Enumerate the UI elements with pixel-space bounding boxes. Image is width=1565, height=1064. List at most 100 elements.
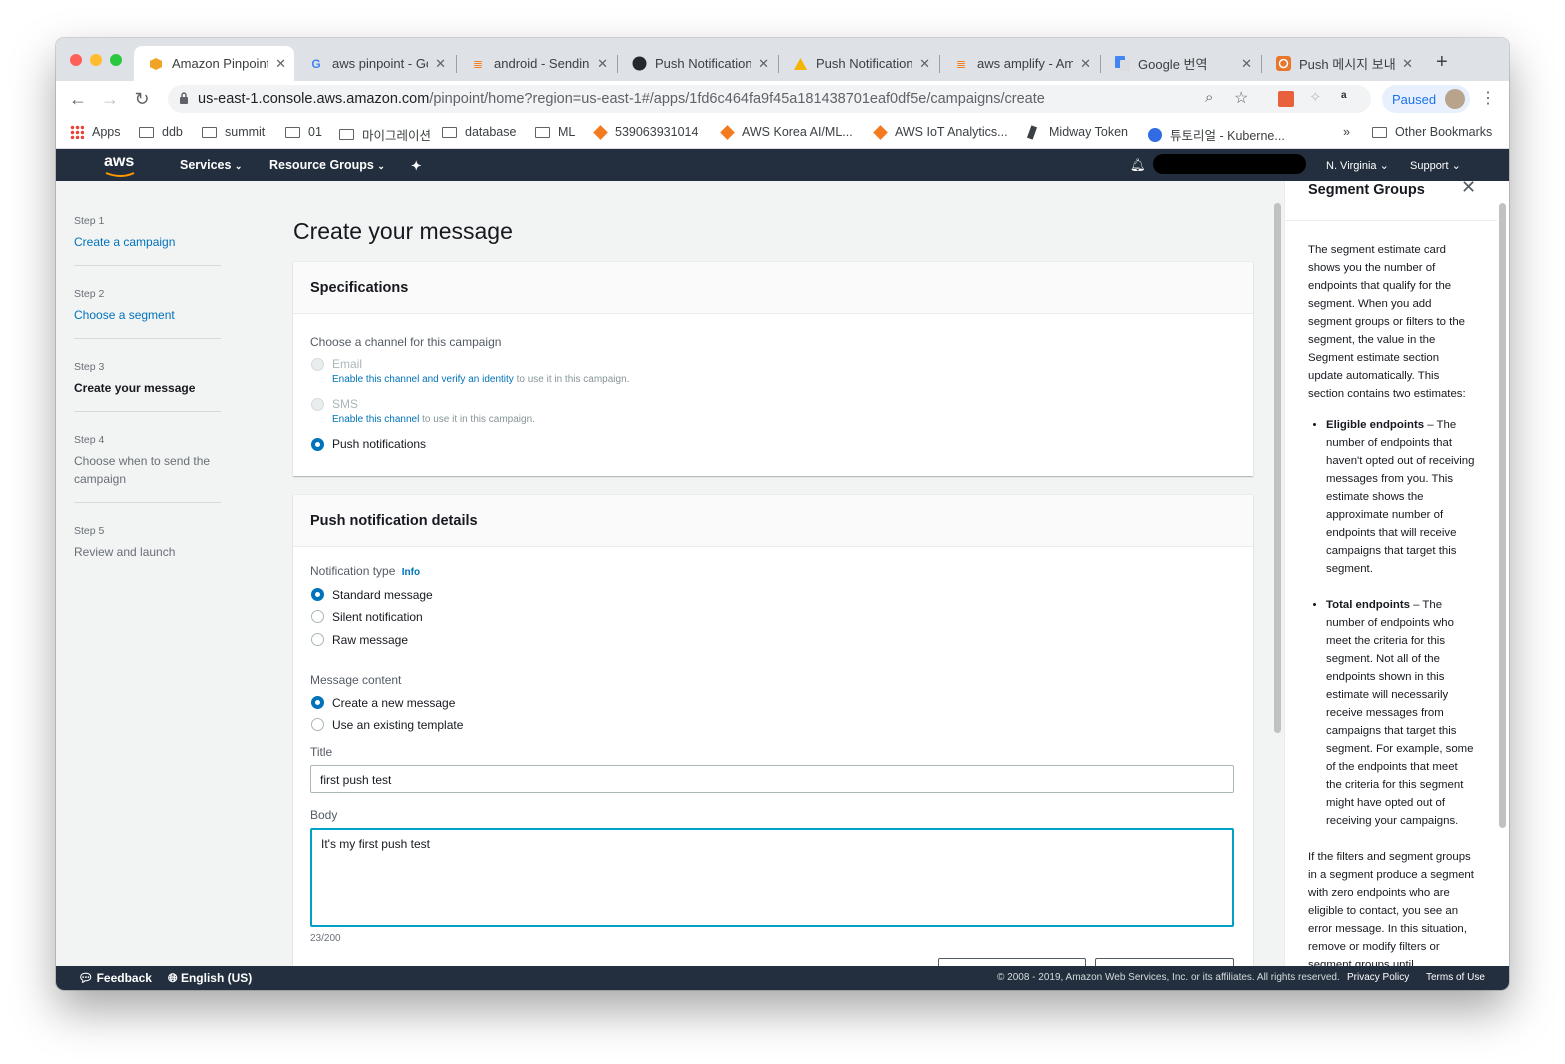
bookmark-ml[interactable]: ML	[535, 125, 575, 139]
support-menu[interactable]: Support ⌄	[1410, 159, 1461, 172]
kubernetes-icon	[1148, 127, 1162, 142]
bookmark-ddb[interactable]: ddb	[139, 125, 183, 139]
silent-notification-radio[interactable]	[311, 610, 324, 623]
help-total-item: Total endpoints – The number of endpoint…	[1326, 596, 1476, 830]
bookmark-kubernetes[interactable]: 튜토리얼 - Kuberne...	[1148, 125, 1285, 144]
folder-icon	[139, 126, 154, 138]
tab-stackoverflow-android[interactable]: ≣ android - Sending ✕	[456, 46, 616, 81]
apps-grid-icon	[70, 125, 84, 139]
terms-of-use-link[interactable]: Terms of Use	[1426, 972, 1485, 983]
raw-message-label: Raw message	[332, 633, 409, 647]
feedback-button[interactable]: 💬︎ Feedback	[78, 971, 152, 985]
privacy-policy-link[interactable]: Privacy Policy	[1347, 972, 1409, 983]
tab-aws-amplify[interactable]: ≣ aws amplify - Am ✕	[939, 46, 1099, 81]
close-tab-icon[interactable]: ✕	[275, 56, 286, 72]
email-hint: Enable this channel and verify an identi…	[332, 374, 630, 385]
push-details-panel: Push notification details Notification t…	[293, 494, 1253, 966]
zoom-icon[interactable]: ⌕	[1205, 89, 1213, 106]
zoom-window-button[interactable]	[110, 54, 122, 66]
push-notifications-radio[interactable]	[311, 438, 324, 451]
tab-github-push[interactable]: Push Notification ✕	[617, 46, 777, 81]
extension-puzzle-icon[interactable]: ✧	[1309, 88, 1322, 106]
close-tab-icon[interactable]: ✕	[1241, 56, 1252, 72]
aws-logo[interactable]: aws	[104, 153, 135, 177]
services-menu[interactable]: Services ⌄	[180, 158, 242, 172]
extension-icon[interactable]	[1278, 91, 1294, 107]
enable-sms-link[interactable]: Enable this channel	[332, 414, 419, 425]
secondary-action-button[interactable]	[938, 958, 1086, 966]
resource-groups-menu[interactable]: Resource Groups ⌄	[269, 158, 385, 172]
tab-google-search[interactable]: G aws pinpoint - Go ✕	[294, 46, 454, 81]
url-path: /pinpoint/home?region=us-east-1#/apps/1f…	[429, 91, 1045, 107]
bookmarks-bar: Apps ddb summit 01 마이그레이션 database ML 53…	[56, 117, 1509, 149]
close-tab-icon[interactable]: ✕	[919, 56, 930, 72]
bookmark-account[interactable]: 539063931014	[593, 124, 698, 140]
tab-google-translate[interactable]: Google 번역 ✕	[1100, 46, 1260, 81]
stackoverflow-icon: ≣	[955, 56, 967, 71]
close-tab-icon[interactable]: ✕	[597, 56, 608, 72]
tab-push-notification[interactable]: Push Notification ✕	[778, 46, 938, 81]
info-link[interactable]: Info	[402, 567, 420, 578]
region-menu[interactable]: N. Virginia ⌄	[1326, 159, 1389, 172]
bookmark-apps[interactable]: Apps	[70, 125, 121, 139]
bell-icon[interactable]: 🔔︎	[1130, 158, 1146, 173]
standard-message-radio[interactable]	[311, 588, 324, 601]
avatar	[1445, 89, 1465, 109]
close-tab-icon[interactable]: ✕	[1402, 56, 1413, 72]
raw-message-radio[interactable]	[311, 633, 324, 646]
close-tab-icon[interactable]: ✕	[758, 56, 769, 72]
language-selector[interactable]: 🌐︎ English (US)	[168, 971, 252, 986]
step-link-create-campaign[interactable]: Create a campaign	[74, 233, 221, 251]
account-menu-redacted[interactable]	[1153, 154, 1306, 174]
close-help-icon[interactable]: ✕	[1461, 181, 1476, 198]
bookmark-aws-korea[interactable]: AWS Korea AI/ML...	[720, 124, 853, 140]
address-bar[interactable]: us-east-1.console.aws.amazon.com/pinpoin…	[168, 85, 1371, 113]
bookmark-iot-analytics[interactable]: AWS IoT Analytics...	[873, 124, 1008, 140]
bookmark-summit[interactable]: summit	[202, 125, 265, 139]
body-textarea[interactable]: It's my first push test	[310, 828, 1234, 927]
create-new-message-label: Create a new message	[332, 696, 456, 710]
bookmark-01[interactable]: 01	[285, 125, 322, 139]
primary-action-button[interactable]	[1095, 958, 1234, 966]
bookmark-migration[interactable]: 마이그레이션	[339, 125, 431, 144]
help-eligible-item: Eligible endpoints – The number of endpo…	[1326, 416, 1476, 578]
close-tab-icon[interactable]: ✕	[435, 56, 446, 72]
push-notifications-label: Push notifications	[332, 437, 427, 451]
step-link-choose-segment[interactable]: Choose a segment	[74, 306, 221, 324]
menu-kebab-icon[interactable]: ⋮	[1480, 88, 1496, 108]
bookmark-database[interactable]: database	[442, 125, 516, 139]
help-scrollbar[interactable]	[1499, 203, 1506, 828]
tab-amazon-pinpoint[interactable]: Amazon Pinpoint ✕	[134, 46, 294, 81]
minimize-window-button[interactable]	[90, 54, 102, 66]
enable-email-link[interactable]: Enable this channel and verify an identi…	[332, 374, 514, 385]
sms-option-label: SMS	[332, 397, 359, 411]
close-window-button[interactable]	[70, 54, 82, 66]
forward-icon[interactable]: →	[98, 87, 122, 111]
bookmark-other[interactable]: Other Bookmarks	[1372, 125, 1492, 139]
step-5: Step 5 Review and launch	[74, 525, 221, 575]
bookmark-midway[interactable]: Midway Token	[1026, 124, 1128, 140]
bookmarks-overflow-button[interactable]: »	[1343, 125, 1350, 139]
amazon-extension-icon[interactable]: a	[1341, 90, 1347, 101]
back-icon[interactable]: ←	[66, 87, 90, 111]
wizard-steps: Step 1 Create a campaign Step 2 Choose a…	[74, 215, 221, 597]
new-tab-icon[interactable]: +	[1436, 51, 1448, 74]
use-template-radio[interactable]	[311, 718, 324, 731]
title-input[interactable]: first push test	[310, 765, 1234, 793]
tab-push-message[interactable]: Push 메시지 보내기 ✕	[1261, 46, 1421, 81]
chevron-down-icon: ⌄	[377, 161, 385, 171]
specifications-panel: Specifications Choose a channel for this…	[293, 261, 1253, 476]
use-template-label: Use an existing template	[332, 718, 464, 732]
page-title: Create your message	[293, 218, 513, 244]
email-option-label: Email	[332, 357, 363, 371]
pin-icon[interactable]: ✦	[411, 158, 421, 173]
pen-icon	[1026, 124, 1038, 140]
reload-icon[interactable]: ↻	[130, 87, 154, 111]
bookmark-star-icon[interactable]: ☆	[1234, 88, 1248, 108]
browser-toolbar: ← → ↻ us-east-1.console.aws.amazon.com/p…	[56, 81, 1509, 117]
main-scrollbar[interactable]	[1274, 203, 1281, 733]
profile-paused-button[interactable]: Paused	[1382, 85, 1470, 113]
create-new-message-radio[interactable]	[311, 696, 324, 709]
close-tab-icon[interactable]: ✕	[1080, 56, 1091, 72]
step-label-schedule: Choose when to send the campaign	[74, 454, 211, 486]
